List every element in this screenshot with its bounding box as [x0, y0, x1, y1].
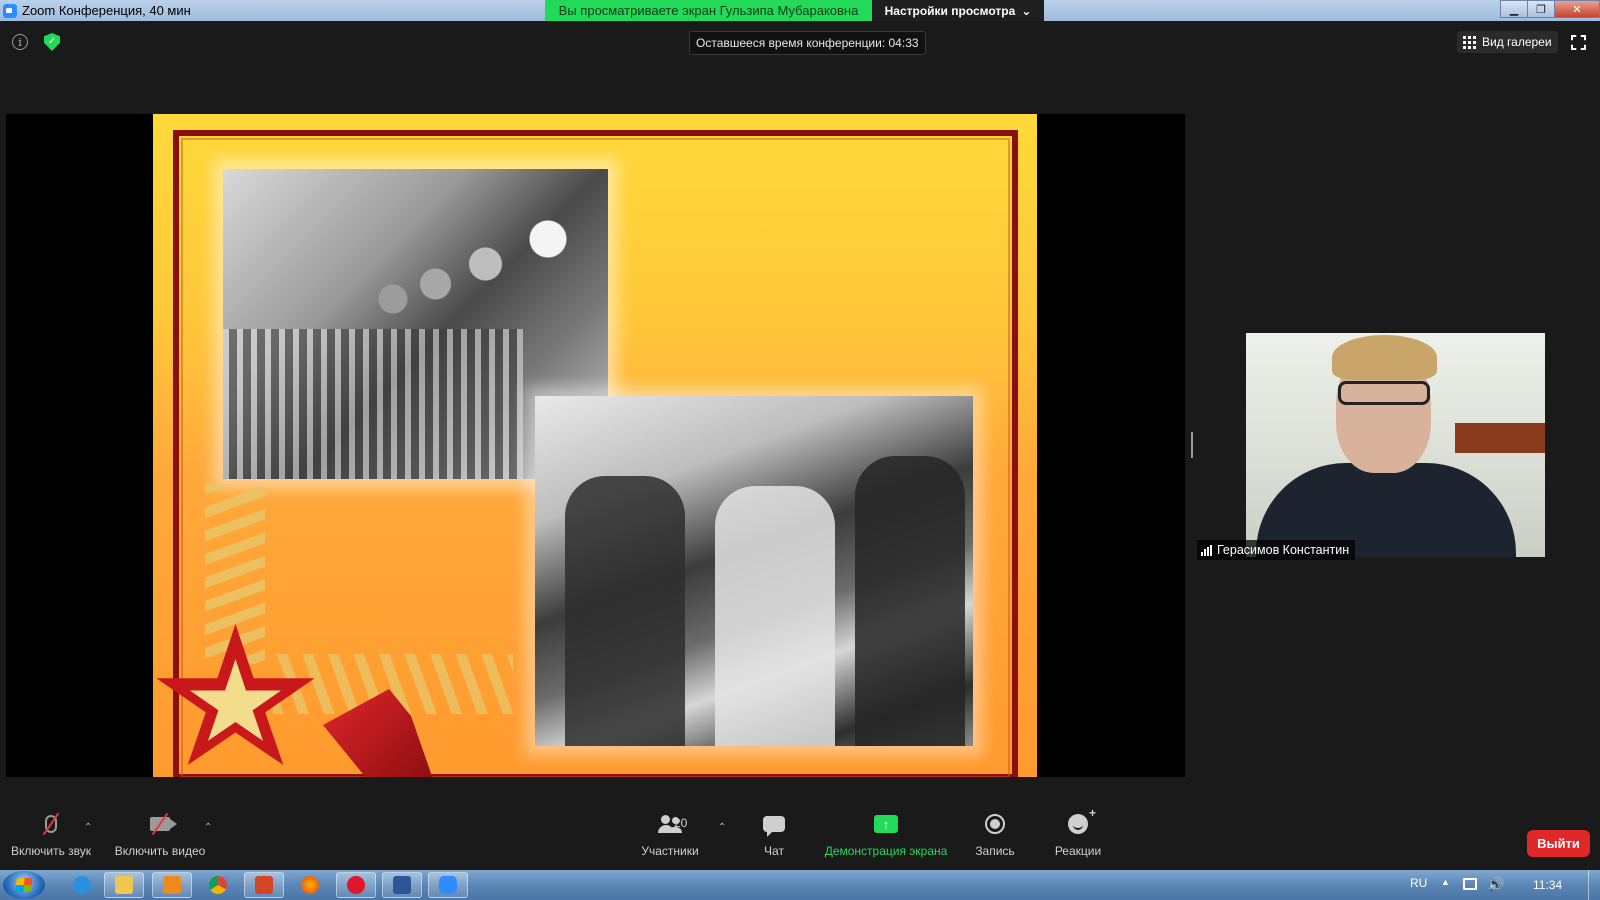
- presentation-slide: [153, 114, 1037, 777]
- info-icon[interactable]: i: [12, 34, 28, 50]
- minimize-button[interactable]: ▁: [1500, 0, 1528, 18]
- participant-video[interactable]: [1246, 333, 1545, 557]
- handshake-photo: [535, 396, 973, 746]
- participant-name: Герасимов Константин: [1217, 543, 1350, 557]
- gallery-view-button[interactable]: Вид галереи: [1457, 31, 1558, 53]
- meeting-timer: Оставшееся время конференции: 04:33: [689, 31, 926, 55]
- reactions-button[interactable]: Реакции: [1050, 806, 1106, 858]
- internet-explorer-icon[interactable]: [62, 872, 102, 898]
- powerpoint-icon[interactable]: [244, 872, 284, 898]
- show-desktop-button[interactable]: [1588, 870, 1600, 900]
- video-options-caret-icon[interactable]: ⌃: [204, 822, 212, 833]
- record-button[interactable]: Запись: [970, 810, 1020, 858]
- participants-caret-icon[interactable]: ⌃: [718, 822, 726, 833]
- volume-icon[interactable]: 🔊: [1487, 876, 1504, 893]
- audio-options-caret-icon[interactable]: ⌃: [84, 822, 92, 833]
- zoom-icon[interactable]: [428, 872, 468, 898]
- unmute-button[interactable]: Включить звук: [10, 810, 92, 858]
- fullscreen-icon[interactable]: [1571, 35, 1586, 50]
- view-options-label: Настройки просмотра: [884, 3, 1016, 18]
- close-button[interactable]: ✕: [1554, 0, 1600, 18]
- signal-strength-icon: [1201, 544, 1212, 556]
- shield-icon[interactable]: ✓: [44, 33, 60, 51]
- word-icon[interactable]: [382, 872, 422, 898]
- restore-button[interactable]: ❐: [1527, 0, 1555, 18]
- reactions-icon: [1068, 806, 1096, 834]
- leave-button[interactable]: Выйти: [1527, 830, 1590, 857]
- start-video-button[interactable]: Включить видео: [114, 810, 206, 858]
- firefox-icon[interactable]: [290, 872, 330, 898]
- network-icon[interactable]: [1463, 878, 1477, 890]
- screen-share-banner: Вы просматриваете экран Гульзипа Мубарак…: [545, 0, 872, 21]
- start-video-label: Включить видео: [114, 844, 206, 858]
- tray-expand-icon[interactable]: ▲: [1441, 877, 1450, 887]
- window-title: Zoom Конференция, 40 мин: [22, 3, 191, 18]
- participants-button[interactable]: 20 Участники: [640, 810, 700, 858]
- panel-resize-handle[interactable]: [1191, 432, 1193, 458]
- participant-name-tag: Герасимов Константин: [1197, 540, 1356, 560]
- chrome-icon[interactable]: [198, 872, 238, 898]
- share-screen-label: Демонстрация экрана: [824, 844, 948, 858]
- meeting-toolbar: Включить звук ⌃ Включить видео ⌃ 20 Учас…: [0, 806, 1600, 870]
- participants-count: 20: [674, 816, 688, 830]
- reactions-label: Реакции: [1054, 844, 1102, 858]
- zoom-app-icon: [3, 3, 17, 18]
- share-screen-button[interactable]: ↑ Демонстрация экрана: [820, 810, 952, 858]
- zoom-window: Zoom Конференция, 40 мин Вы просматривае…: [0, 0, 1600, 900]
- media-player-icon[interactable]: [152, 872, 192, 898]
- opera-icon[interactable]: [336, 872, 376, 898]
- chat-button[interactable]: Чат: [756, 810, 792, 858]
- unmute-label: Включить звук: [10, 844, 92, 858]
- grid-icon: [1463, 35, 1476, 49]
- file-explorer-icon[interactable]: [104, 872, 144, 898]
- language-indicator[interactable]: RU: [1410, 876, 1427, 890]
- chevron-down-icon: ⌄: [1021, 3, 1032, 18]
- shared-screen: [6, 114, 1185, 777]
- windows-taskbar: RU ▲ 🔊 11:34: [0, 870, 1600, 900]
- chat-icon: [763, 816, 785, 837]
- window-controls: ▁ ❐ ✕: [1500, 0, 1600, 18]
- gallery-view-label: Вид галереи: [1482, 35, 1552, 49]
- windows-start-icon[interactable]: [3, 871, 45, 899]
- chat-label: Чат: [764, 844, 784, 858]
- taskbar-clock[interactable]: 11:34: [1533, 878, 1562, 892]
- record-label: Запись: [975, 844, 1015, 858]
- participants-label: Участники: [641, 844, 699, 858]
- share-screen-icon: ↑: [874, 815, 898, 833]
- view-options-dropdown[interactable]: Настройки просмотра ⌄: [872, 0, 1044, 21]
- record-icon: [985, 814, 1005, 834]
